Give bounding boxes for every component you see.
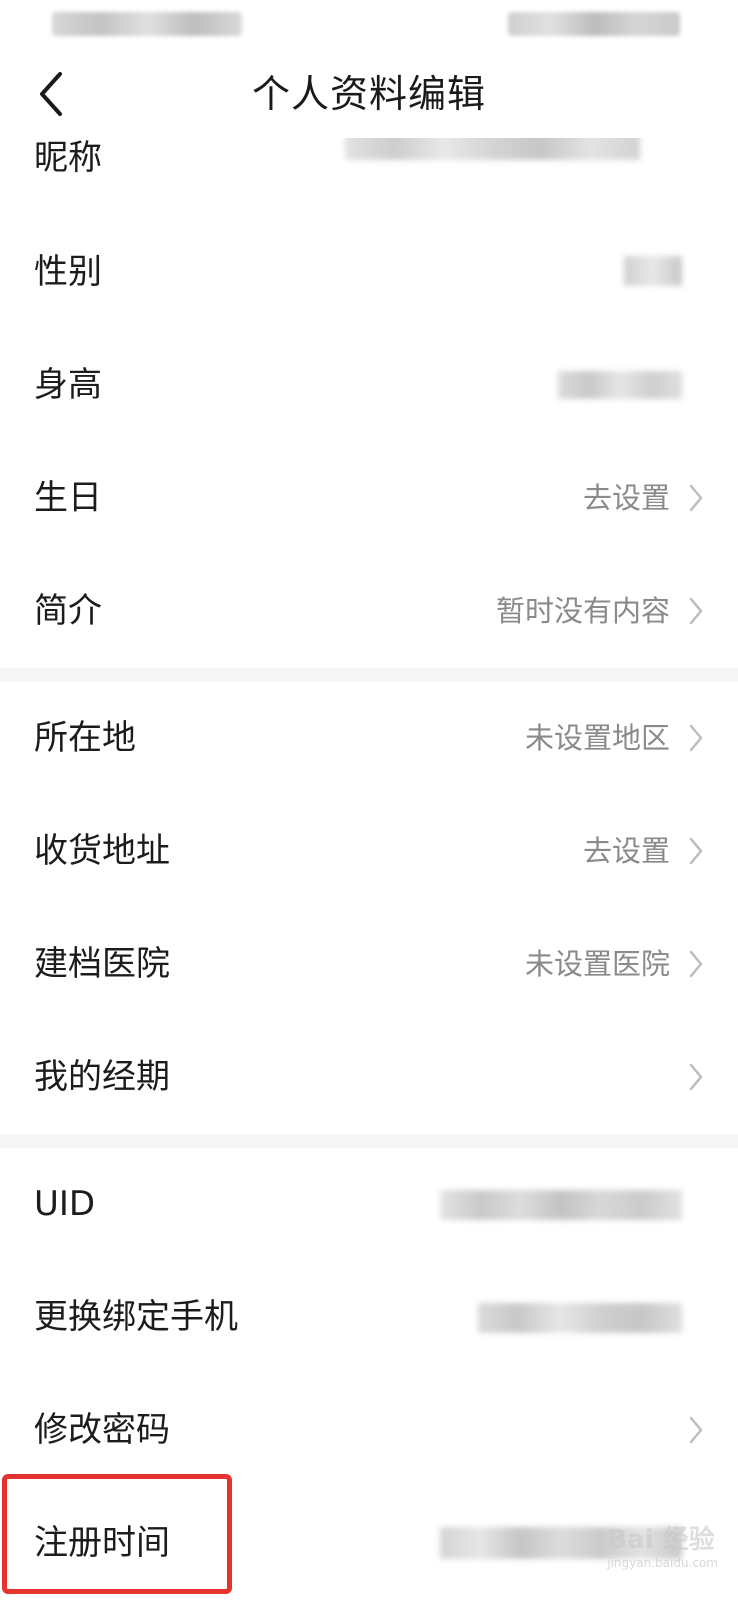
chevron-right-icon (689, 1416, 703, 1444)
row-change-password[interactable]: 修改密码 (0, 1374, 738, 1487)
row-label-intro: 简介 (34, 591, 102, 631)
row-label-nickname: 昵称 (34, 138, 102, 178)
chevron-right-icon (689, 724, 703, 752)
uid-blurred-value (440, 1190, 682, 1220)
chevron-right-icon (689, 1063, 703, 1091)
row-location[interactable]: 所在地 未设置地区 (0, 682, 738, 795)
row-label-period: 我的经期 (34, 1057, 170, 1097)
chevron-right-icon (689, 484, 703, 512)
watermark-brand: Bai 经验 (607, 1525, 715, 1555)
row-value-location: 未设置地区 (524, 721, 670, 755)
watermark-url: jingyan.baidu.com (607, 1556, 718, 1570)
status-bar-right-blurred (508, 12, 680, 36)
section-divider (0, 1134, 738, 1148)
page-title: 个人资料编辑 (251, 72, 486, 116)
status-bar-left-blurred (52, 12, 242, 36)
row-label-change-password: 修改密码 (34, 1410, 170, 1450)
section-location-info: 所在地 未设置地区 收货地址 去设置 建档医院 未设置医院 我的经期 (0, 682, 738, 1134)
row-period[interactable]: 我的经期 (0, 1021, 738, 1134)
row-label-birthday: 生日 (34, 478, 102, 518)
height-blurred-value (558, 371, 682, 399)
gender-blurred-value (624, 256, 682, 286)
row-shipping-address[interactable]: 收货地址 去设置 (0, 795, 738, 908)
row-value-intro: 暂时没有内容 (495, 594, 670, 628)
row-value-shipping-address: 去设置 (582, 834, 670, 868)
row-label-change-phone: 更换绑定手机 (34, 1297, 238, 1337)
row-value-birthday: 去设置 (582, 481, 670, 515)
row-birthday[interactable]: 生日 去设置 (0, 442, 738, 555)
row-label-height: 身高 (34, 365, 102, 405)
chevron-right-icon (689, 837, 703, 865)
row-label-uid: UID (34, 1184, 96, 1224)
row-height[interactable]: 身高 (0, 329, 738, 442)
row-intro[interactable]: 简介 暂时没有内容 (0, 555, 738, 668)
row-label-shipping-address: 收货地址 (34, 831, 170, 871)
row-label-gender: 性别 (34, 252, 102, 292)
row-nickname[interactable]: 昵称 (0, 138, 738, 216)
chevron-right-icon (689, 950, 703, 978)
nickname-blurred-value (345, 138, 640, 160)
status-bar (0, 0, 738, 50)
row-change-phone[interactable]: 更换绑定手机 (0, 1261, 738, 1374)
row-hospital[interactable]: 建档医院 未设置医院 (0, 908, 738, 1021)
watermark: Bai 经验 jingyan.baidu.com (607, 1519, 718, 1570)
row-uid: UID (0, 1148, 738, 1261)
row-label-hospital: 建档医院 (34, 944, 170, 984)
row-label-location: 所在地 (34, 718, 136, 758)
section-basic-info: 昵称 性别 身高 生日 去设置 简介 暂时没有内容 (0, 138, 738, 668)
section-divider (0, 668, 738, 682)
row-value-hospital: 未设置医院 (524, 947, 670, 981)
phone-blurred-value (478, 1303, 682, 1333)
chevron-right-icon (689, 597, 703, 625)
row-gender[interactable]: 性别 (0, 216, 738, 329)
row-label-register-time: 注册时间 (34, 1523, 170, 1563)
nav-header: 个人资料编辑 (0, 50, 738, 139)
profile-list: 昵称 性别 身高 生日 去设置 简介 暂时没有内容 所在地 未设置地区 收货地址… (0, 138, 738, 1600)
